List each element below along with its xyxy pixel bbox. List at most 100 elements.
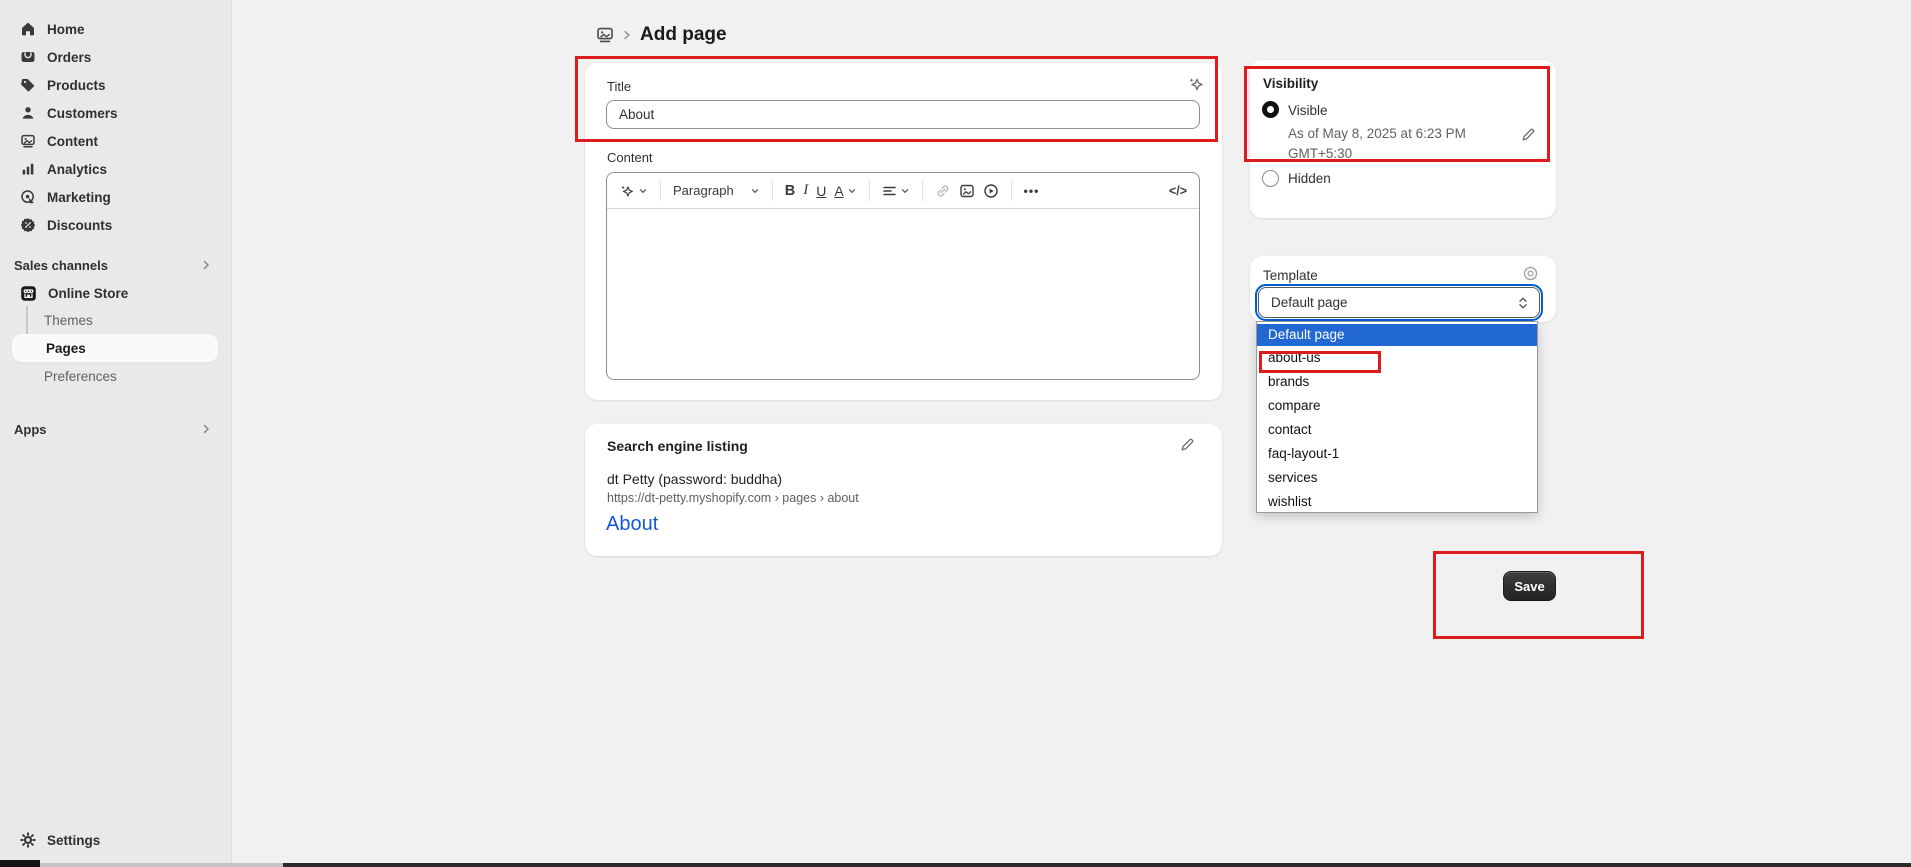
seo-url-line: https://dt-petty.myshopify.com › pages ›… [607,491,859,505]
alignment-dropdown[interactable] [882,184,910,198]
seo-card-header: Search engine listing [607,438,748,454]
gear-icon [20,832,36,848]
sidebar-item-themes[interactable]: Themes [12,306,218,334]
sidebar-item-analytics[interactable]: Analytics [12,155,220,183]
template-select[interactable]: Default page [1258,287,1540,318]
sidebar-item-label: Themes [44,313,93,328]
sidebar-section-sales-channels[interactable]: Sales channels [12,253,220,277]
editor-content-area[interactable] [607,209,1199,378]
sidebar-section-apps[interactable]: Apps [12,417,220,441]
sidebar-item-label: Home [47,22,85,37]
paragraph-style-dropdown[interactable]: Paragraph [673,183,760,198]
scrollbar-corner [0,860,40,867]
template-option[interactable]: services [1257,466,1537,490]
image-icon [959,183,975,199]
template-option[interactable]: contact [1257,418,1537,442]
text-color-label: A [834,183,843,199]
rich-text-editor[interactable]: Paragraph B I U A [606,172,1200,380]
insert-image-button[interactable] [959,183,975,199]
template-option[interactable]: wishlist [1257,490,1537,514]
magic-sparkle-icon [619,183,635,199]
italic-button[interactable]: I [803,182,808,199]
sidebar-item-label: Preferences [44,369,117,384]
bold-button[interactable]: B [785,183,795,199]
sidebar-item-marketing[interactable]: Marketing [12,183,220,211]
analytics-icon [20,161,36,177]
video-play-icon [983,183,999,199]
breadcrumb-chevron-icon [622,29,632,41]
chevron-down-icon [638,186,648,196]
code-view-button[interactable]: </> [1169,184,1187,198]
visibility-header: Visibility [1263,76,1318,91]
page-title: Add page [640,24,727,46]
save-button[interactable]: Save [1503,571,1556,601]
visible-detail-line1: As of May 8, 2025 at 6:23 PM [1288,124,1466,144]
template-option[interactable]: brands [1257,370,1537,394]
customers-icon [20,105,36,121]
insert-link-button[interactable] [935,183,951,199]
hidden-radio-label[interactable]: Hidden [1288,171,1331,186]
orders-icon [20,49,36,65]
sidebar-item-label: Orders [47,50,91,65]
pages-breadcrumb-icon[interactable] [596,26,614,44]
chevron-down-icon [900,186,910,196]
ai-assist-button[interactable] [619,183,648,199]
seo-page-title-link[interactable]: About [606,513,658,536]
toolbar-divider [772,181,773,201]
toolbar-divider [1011,181,1012,201]
visible-radio[interactable] [1262,101,1279,118]
template-option[interactable]: about-us [1257,346,1537,370]
apps-label: Apps [14,422,47,437]
view-eye-icon[interactable] [1522,265,1539,282]
sidebar-item-home[interactable]: Home [12,15,220,43]
sidebar-item-pages[interactable]: Pages [12,334,218,362]
sidebar: Home Orders Products Customers Content A… [0,0,232,867]
marketing-icon [20,189,36,205]
paragraph-style-label: Paragraph [673,183,734,198]
align-left-icon [882,184,897,198]
horizontal-scrollbar-track[interactable] [283,863,1911,867]
template-selected-value: Default page [1271,295,1348,310]
sidebar-item-online-store[interactable]: Online Store [12,279,220,307]
chevron-right-icon [200,259,212,271]
sidebar-item-customers[interactable]: Customers [12,99,220,127]
underline-button[interactable]: U [816,183,826,199]
template-dropdown-list: Default page about-us brands compare con… [1256,321,1538,513]
sidebar-item-orders[interactable]: Orders [12,43,220,71]
insert-video-button[interactable] [983,183,999,199]
text-color-button[interactable]: A [834,183,856,199]
visibility-card: Visibility Visible As of May 8, 2025 at … [1250,60,1556,218]
visible-radio-label[interactable]: Visible [1288,103,1328,118]
toolbar-divider [869,181,870,201]
edit-pencil-icon[interactable] [1520,126,1537,143]
horizontal-scrollbar-thumb[interactable] [40,863,283,867]
toolbar-divider [660,181,661,201]
content-field-label: Content [607,150,653,165]
edit-pencil-icon[interactable] [1179,436,1196,453]
sidebar-item-preferences[interactable]: Preferences [12,362,218,390]
select-updown-icon [1517,295,1529,311]
sidebar-item-label: Products [47,78,106,93]
template-option[interactable]: faq-layout-1 [1257,442,1537,466]
chevron-down-icon [847,186,857,196]
magic-sparkle-icon[interactable] [1187,75,1205,93]
sidebar-item-settings[interactable]: Settings [12,826,220,854]
online-store-icon [20,285,37,302]
seo-store-line: dt Petty (password: buddha) [607,471,782,487]
sidebar-item-products[interactable]: Products [12,71,220,99]
title-field-label: Title [607,79,631,94]
breadcrumb: Add page [596,24,727,46]
hidden-radio[interactable] [1262,170,1279,187]
toolbar-divider [922,181,923,201]
sidebar-item-label: Content [47,134,98,149]
sidebar-item-content[interactable]: Content [12,127,220,155]
more-options-button[interactable]: ••• [1024,184,1040,198]
sidebar-item-label: Online Store [48,286,128,301]
title-input[interactable] [606,100,1200,129]
sidebar-item-label: Pages [46,341,86,356]
template-option[interactable]: Default page [1257,324,1537,346]
template-option[interactable]: compare [1257,394,1537,418]
page-details-card: Title Content Paragraph B [585,63,1222,400]
sidebar-item-discounts[interactable]: Discounts [12,211,220,239]
template-header: Template [1263,268,1318,283]
